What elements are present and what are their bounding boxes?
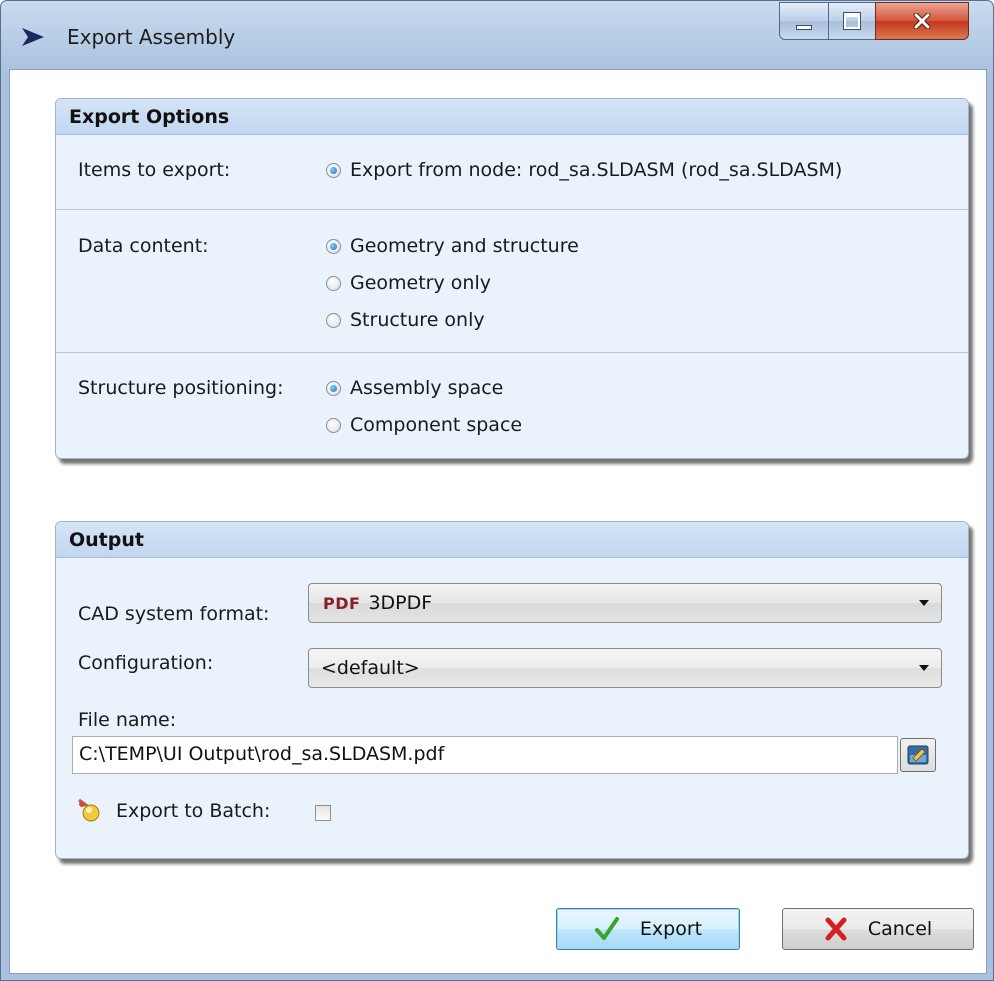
radio-selected-icon bbox=[326, 238, 341, 254]
dialog-client-area: Export Options Items to export: Export f… bbox=[9, 69, 987, 974]
file-name-label: File name: bbox=[78, 709, 177, 731]
export-button-label: Export bbox=[639, 918, 703, 940]
items-to-export-label: Items to export: bbox=[78, 159, 231, 181]
configuration-value: <default> bbox=[321, 657, 420, 679]
assembly-space-label: Assembly space bbox=[350, 377, 504, 399]
arrow-app-icon bbox=[22, 28, 44, 46]
browse-file-button[interactable] bbox=[900, 738, 936, 772]
output-group: Output CAD system format: PDF 3DPDF Conf… bbox=[55, 521, 969, 859]
radio-unselected-icon bbox=[326, 312, 341, 328]
configuration-label: Configuration: bbox=[78, 652, 214, 674]
cancel-x-icon bbox=[825, 917, 847, 941]
close-icon bbox=[913, 13, 931, 29]
chevron-down-icon bbox=[919, 600, 929, 606]
export-to-batch-checkbox[interactable] bbox=[315, 805, 331, 821]
divider bbox=[56, 209, 968, 210]
window-title: Export Assembly bbox=[67, 25, 236, 49]
export-button[interactable]: Export bbox=[556, 908, 740, 950]
export-options-header: Export Options bbox=[56, 99, 968, 135]
geometry-and-structure-label: Geometry and structure bbox=[350, 235, 579, 257]
geometry-only-radio[interactable]: Geometry only bbox=[326, 272, 491, 294]
assembly-space-radio[interactable]: Assembly space bbox=[326, 377, 503, 399]
component-space-radio[interactable]: Component space bbox=[326, 414, 522, 436]
radio-selected-icon bbox=[326, 162, 341, 178]
cad-system-format-value: 3DPDF bbox=[368, 592, 433, 614]
structure-only-radio[interactable]: Structure only bbox=[326, 309, 485, 331]
maximize-button[interactable] bbox=[828, 2, 876, 40]
divider bbox=[56, 352, 968, 353]
geometry-only-label: Geometry only bbox=[350, 272, 491, 294]
close-button[interactable] bbox=[875, 2, 969, 40]
geometry-and-structure-radio[interactable]: Geometry and structure bbox=[326, 235, 579, 257]
component-space-label: Component space bbox=[350, 414, 523, 436]
configuration-dropdown[interactable]: <default> bbox=[308, 648, 942, 688]
maximize-icon bbox=[843, 12, 861, 30]
radio-unselected-icon bbox=[326, 417, 341, 433]
radio-selected-icon bbox=[326, 380, 341, 396]
cancel-button-label: Cancel bbox=[867, 918, 933, 940]
dialog-window: Export Assembly Export Options Items to … bbox=[0, 0, 994, 981]
data-content-label: Data content: bbox=[78, 235, 209, 257]
browse-icon bbox=[907, 745, 929, 765]
chevron-down-icon bbox=[919, 665, 929, 671]
radio-unselected-icon bbox=[326, 275, 341, 291]
title-bar[interactable]: Export Assembly bbox=[1, 1, 993, 69]
minimize-button[interactable] bbox=[779, 2, 829, 40]
export-from-node-radio[interactable]: Export from node: rod_sa.SLDASM (rod_sa.… bbox=[326, 159, 842, 181]
output-header: Output bbox=[56, 522, 968, 558]
checkmark-icon bbox=[594, 917, 619, 940]
export-from-node-label: Export from node: rod_sa.SLDASM (rod_sa.… bbox=[350, 159, 843, 181]
minimize-icon bbox=[796, 24, 812, 30]
cad-system-format-dropdown[interactable]: PDF 3DPDF bbox=[308, 583, 942, 623]
pdf-format-icon: PDF bbox=[323, 593, 361, 613]
structure-only-label: Structure only bbox=[350, 309, 485, 331]
batch-icon bbox=[78, 798, 100, 822]
structure-positioning-label: Structure positioning: bbox=[78, 377, 284, 399]
file-name-input[interactable]: C:\TEMP\UI Output\rod_sa.SLDASM.pdf bbox=[72, 736, 898, 774]
export-to-batch-label: Export to Batch: bbox=[116, 800, 271, 822]
cad-system-format-label: CAD system format: bbox=[78, 603, 270, 625]
export-options-group: Export Options Items to export: Export f… bbox=[55, 98, 969, 459]
cancel-button[interactable]: Cancel bbox=[782, 908, 974, 950]
